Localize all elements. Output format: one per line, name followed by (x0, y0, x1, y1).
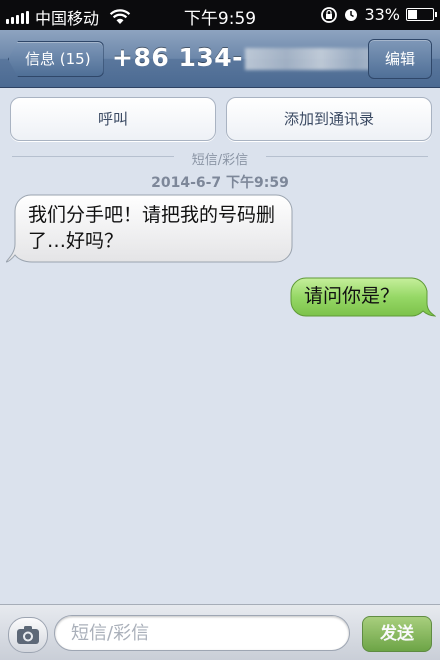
battery-percentage: 33% (364, 5, 400, 24)
add-to-contacts-button[interactable]: 添加到通讯录 (226, 97, 432, 141)
phone-number: +86 134- (112, 43, 244, 72)
redacted-number (245, 48, 384, 70)
incoming-message-text: 我们分手吧！请把我的号码删了…好吗？ (28, 204, 276, 252)
navigation-bar: 信息 (15) +86 134- 编辑 (0, 30, 440, 88)
call-button[interactable]: 呼叫 (10, 97, 216, 141)
incoming-message-bubble[interactable]: 我们分手吧！请把我的号码删了…好吗？ (6, 194, 294, 264)
contact-title: +86 134- (112, 43, 384, 72)
camera-button[interactable] (8, 617, 48, 653)
message-input[interactable]: 短信/彩信 (54, 615, 350, 651)
battery-fill (408, 10, 417, 19)
outgoing-message-bubble[interactable]: 请问你是？ (290, 277, 436, 317)
message-type-divider: 短信/彩信 (0, 149, 440, 168)
send-button[interactable]: 发送 (362, 616, 432, 652)
message-timestamp: 2014-6-7 下午9:59 (151, 175, 289, 191)
outgoing-message-text: 请问你是？ (304, 285, 400, 307)
battery-icon (406, 8, 437, 21)
back-to-messages-button[interactable]: 信息 (15) (8, 41, 104, 77)
camera-icon (17, 626, 39, 644)
status-bar: 中国移动 下午9:59 33% (0, 0, 440, 30)
message-composer-bar: 短信/彩信 发送 (0, 604, 440, 660)
rotation-lock-icon (321, 6, 338, 23)
divider-label: 短信/彩信 (191, 153, 249, 168)
divider-line-right (266, 156, 428, 157)
sms-conversation-screen: 中国移动 下午9:59 33% 信息 (15) +86 134- 编辑 呼叫 添… (0, 0, 440, 660)
alarm-icon (345, 8, 358, 21)
edit-button[interactable]: 编辑 (368, 39, 432, 79)
status-right: 33% (320, 5, 437, 24)
